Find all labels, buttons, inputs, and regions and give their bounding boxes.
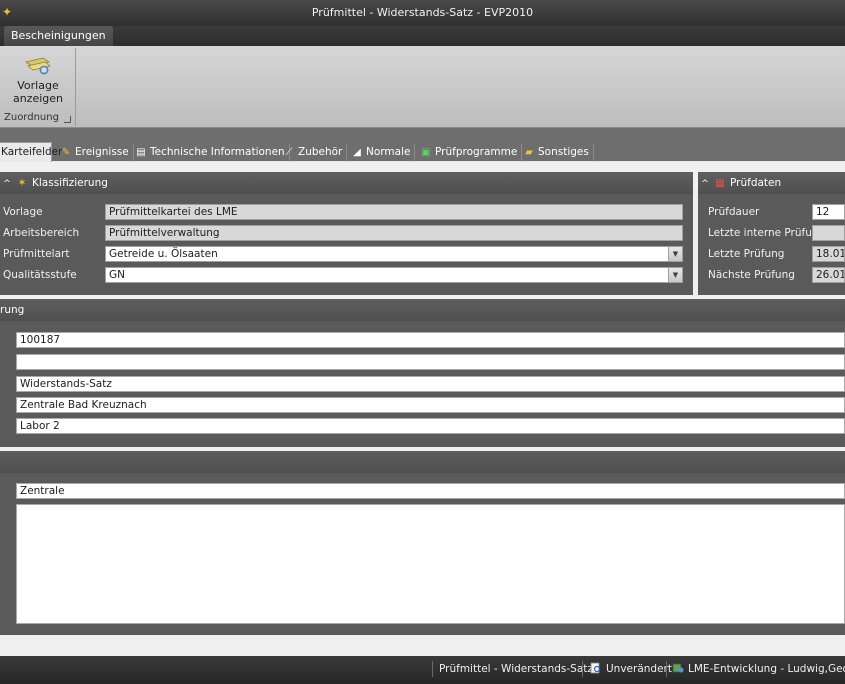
- pruefmittelart-label: Prüfmittelart: [3, 248, 70, 260]
- database-user-icon: [672, 663, 684, 673]
- status-state-text: Unverändert: [606, 663, 672, 675]
- section2-body: 100187 Widerstands-Satz Zentrale Bad Kre…: [0, 321, 845, 447]
- tab-technische-informationen[interactable]: ▤ Technische Informationen: [131, 143, 290, 161]
- pruefmittelart-value: Getreide u. Ölsaaten: [109, 248, 218, 260]
- pruefdaten-header[interactable]: ^ ▦ Prüfdaten: [698, 172, 845, 194]
- status-divider: [666, 661, 667, 677]
- calendar-icon: ▦: [715, 177, 725, 189]
- klassifizierung-title: Klassifizierung: [32, 177, 108, 189]
- letzte-pruefung-field: 18.01.2: [812, 246, 845, 262]
- status-state: Unverändert: [590, 661, 672, 677]
- tab-label: Karteifelder: [1, 146, 63, 158]
- empty-field[interactable]: [16, 354, 845, 370]
- terminal-icon: ▣: [421, 147, 431, 158]
- vorlage-field: Prüfmittelkartei des LME: [105, 204, 683, 220]
- pruefdauer-label: Prüfdauer: [708, 206, 760, 218]
- document-icon: ▤: [136, 147, 146, 158]
- zuordnung-label: Zuordnung: [4, 112, 59, 123]
- title-bar: ✦ Prüfmittel - Widerstands-Satz - EVP201…: [0, 0, 845, 26]
- qualitaetsstufe-label: Qualitätsstufe: [3, 269, 77, 281]
- ribbon-tab-bar: Bescheinigungen: [0, 26, 845, 46]
- status-divider: [582, 661, 583, 677]
- vorlage-anzeigen-button[interactable]: Vorlage anzeigen: [5, 50, 71, 108]
- folder-icon: ▰: [525, 147, 533, 158]
- vorlage-anzeigen-label-2: anzeigen: [12, 92, 64, 105]
- tab-label: Prüfprogramme: [435, 146, 518, 158]
- chevron-down-icon[interactable]: ▼: [668, 247, 682, 261]
- status-divider: [432, 661, 433, 677]
- pruefdaten-body: Prüfdauer 12 Letzte interne Prüfung Letz…: [698, 194, 845, 295]
- collapse-chevron-icon[interactable]: ^: [698, 173, 712, 195]
- status-user-text: LME-Entwicklung - Ludwig,Georg: [688, 663, 845, 675]
- tab-zubehoer[interactable]: ⟋ Zubehör: [279, 143, 348, 161]
- location-field[interactable]: Zentrale Bad Kreuznach: [16, 397, 845, 413]
- window-title: Prüfmittel - Widerstands-Satz - EVP2010: [311, 6, 534, 19]
- tab-label: Sonstiges: [538, 146, 589, 158]
- pruefdauer-field[interactable]: 12: [812, 204, 845, 220]
- section2-header[interactable]: rung: [0, 299, 845, 321]
- tab-ereignisse[interactable]: ✎ Ereignisse: [56, 143, 134, 161]
- tab-label: Technische Informationen: [150, 146, 285, 158]
- status-user: LME-Entwicklung - Ludwig,Georg: [672, 661, 845, 677]
- klassifizierung-header[interactable]: ^ ✶ Klassifizierung: [0, 172, 693, 194]
- tab-karteifelder[interactable]: Karteifelder: [0, 142, 62, 162]
- status-document: Prüfmittel - Widerstands-Satz: [439, 663, 593, 675]
- tab-normale[interactable]: ◢ Normale: [347, 143, 416, 161]
- arbeitsbereich-field: Prüfmittelverwaltung: [105, 225, 683, 241]
- events-icon: ✎: [61, 147, 71, 158]
- vorlage-anzeigen-label-1: Vorlage: [17, 79, 59, 92]
- chevron-down-icon[interactable]: ▼: [668, 268, 682, 282]
- letzte-interne-pruefung-label: Letzte interne Prüfung: [708, 227, 826, 239]
- arbeitsbereich-label: Arbeitsbereich: [3, 227, 80, 239]
- vorlage-label: Vorlage: [3, 206, 43, 218]
- notes-memo[interactable]: [16, 504, 845, 624]
- tools-icon: ⟋: [285, 147, 293, 158]
- letzte-interne-pruefung-field: [812, 225, 845, 241]
- tab-pruefprogramme[interactable]: ▣ Prüfprogramme: [416, 143, 523, 161]
- naechste-pruefung-field: 26.01.2: [812, 267, 845, 283]
- qualitaetsstufe-value: GN: [109, 269, 125, 281]
- collapse-chevron-icon[interactable]: ^: [0, 173, 14, 195]
- inventory-number-field[interactable]: 100187: [16, 332, 845, 348]
- tab-label: Zubehör: [298, 146, 343, 158]
- section3-header[interactable]: [0, 451, 845, 473]
- klassifizierung-body: Vorlage Prüfmittelkartei des LME Arbeits…: [0, 194, 693, 295]
- designation-field[interactable]: Widerstands-Satz: [16, 376, 845, 392]
- organisation-field[interactable]: Zentrale: [16, 483, 845, 499]
- pruefdaten-title: Prüfdaten: [730, 177, 782, 189]
- classification-icon: ✶: [17, 177, 27, 189]
- tab-sonstiges[interactable]: ▰ Sonstiges: [519, 143, 594, 161]
- tab-label: Normale: [366, 146, 411, 158]
- template-view-icon: [25, 57, 51, 75]
- tab-label: Ereignisse: [75, 146, 129, 158]
- section2-title: rung: [0, 304, 25, 316]
- room-field[interactable]: Labor 2: [16, 418, 845, 434]
- status-bar: Prüfmittel - Widerstands-Satz Unveränder…: [0, 656, 845, 684]
- section3-body: Zentrale: [0, 473, 845, 635]
- page-tab-bar: Karteifelder ✎ Ereignisse ▤ Technische Inf…: [0, 128, 845, 162]
- ribbon: Vorlage anzeigen Zuordnung: [0, 46, 845, 128]
- ribbon-tab-bescheinigungen[interactable]: Bescheinigungen: [4, 26, 113, 46]
- letzte-pruefung-label: Letzte Prüfung: [708, 248, 785, 260]
- pruefmittelart-select[interactable]: Getreide u. Ölsaaten ▼: [105, 246, 683, 262]
- ruler-icon: ◢: [353, 147, 361, 158]
- document-search-icon: [590, 662, 601, 674]
- qualitaetsstufe-select[interactable]: GN ▼: [105, 267, 683, 283]
- ribbon-group-zuordnung: Vorlage anzeigen Zuordnung: [0, 48, 76, 126]
- dialog-launcher-icon[interactable]: [64, 116, 71, 123]
- naechste-pruefung-label: Nächste Prüfung: [708, 269, 795, 281]
